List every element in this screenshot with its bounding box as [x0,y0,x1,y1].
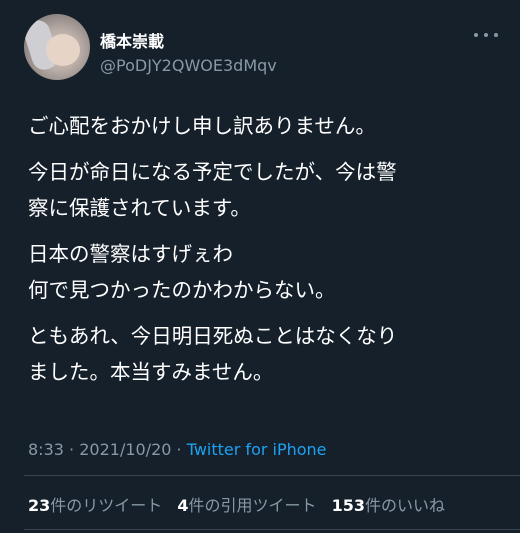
tweet-card: 橋本崇載 @PoDJY2QWOE3dMqv ご心配をおかけし申し訳ありません。 … [0,0,520,533]
author-name[interactable]: 橋本崇載 [100,28,164,52]
author-handle[interactable]: @PoDJY2QWOE3dMqv [100,56,277,75]
tweet-paragraph: 今日が命日になる予定でしたが、今は警 察に保護されています。 [28,160,397,220]
tweet-stats: 23件のリツイート 4件の引用ツイート 153件のいいね [28,492,455,516]
tweet-source-link[interactable]: Twitter for iPhone [187,440,327,459]
tweet-header: 橋本崇載 @PoDJY2QWOE3dMqv [24,14,500,82]
dot-icon [474,33,478,37]
likes-stat[interactable]: 153件のいいね [332,496,445,515]
retweets-label: 件のリツイート [50,496,163,515]
tweet-paragraph: ご心配をおかけし申し訳ありません。 [28,114,376,138]
divider [24,529,520,530]
divider [24,475,520,476]
quotes-count: 4 [177,496,189,515]
tweet-paragraph: ともあれ、今日明日死ぬことはなくなり ました。本当すみません。 [28,324,398,384]
more-options-icon[interactable] [474,30,498,40]
tweet-text: ご心配をおかけし申し訳ありません。 今日が命日になる予定でしたが、今は警 察に保… [28,108,498,400]
retweets-stat[interactable]: 23件のリツイート [28,496,162,515]
quotes-label: 件の引用ツイート [188,496,317,515]
tweet-meta: 8:33 · 2021/10/20 · Twitter for iPhone [28,440,327,459]
tweet-date[interactable]: 2021/10/20 [79,440,171,459]
likes-count: 153 [331,496,366,515]
tweet-time[interactable]: 8:33 [28,440,64,459]
avatar[interactable] [24,14,90,80]
meta-separator: · [69,440,75,459]
dot-icon [494,33,498,37]
meta-separator: · [176,440,182,459]
quotes-stat[interactable]: 4件の引用ツイート [177,496,316,515]
avatar-face [46,34,80,66]
tweet-paragraph: 日本の警察はすげぇわ 何で見つかったのかわからない。 [28,242,336,302]
likes-label: 件のいいね [365,496,446,515]
retweets-count: 23 [28,496,51,515]
dot-icon [484,33,488,37]
